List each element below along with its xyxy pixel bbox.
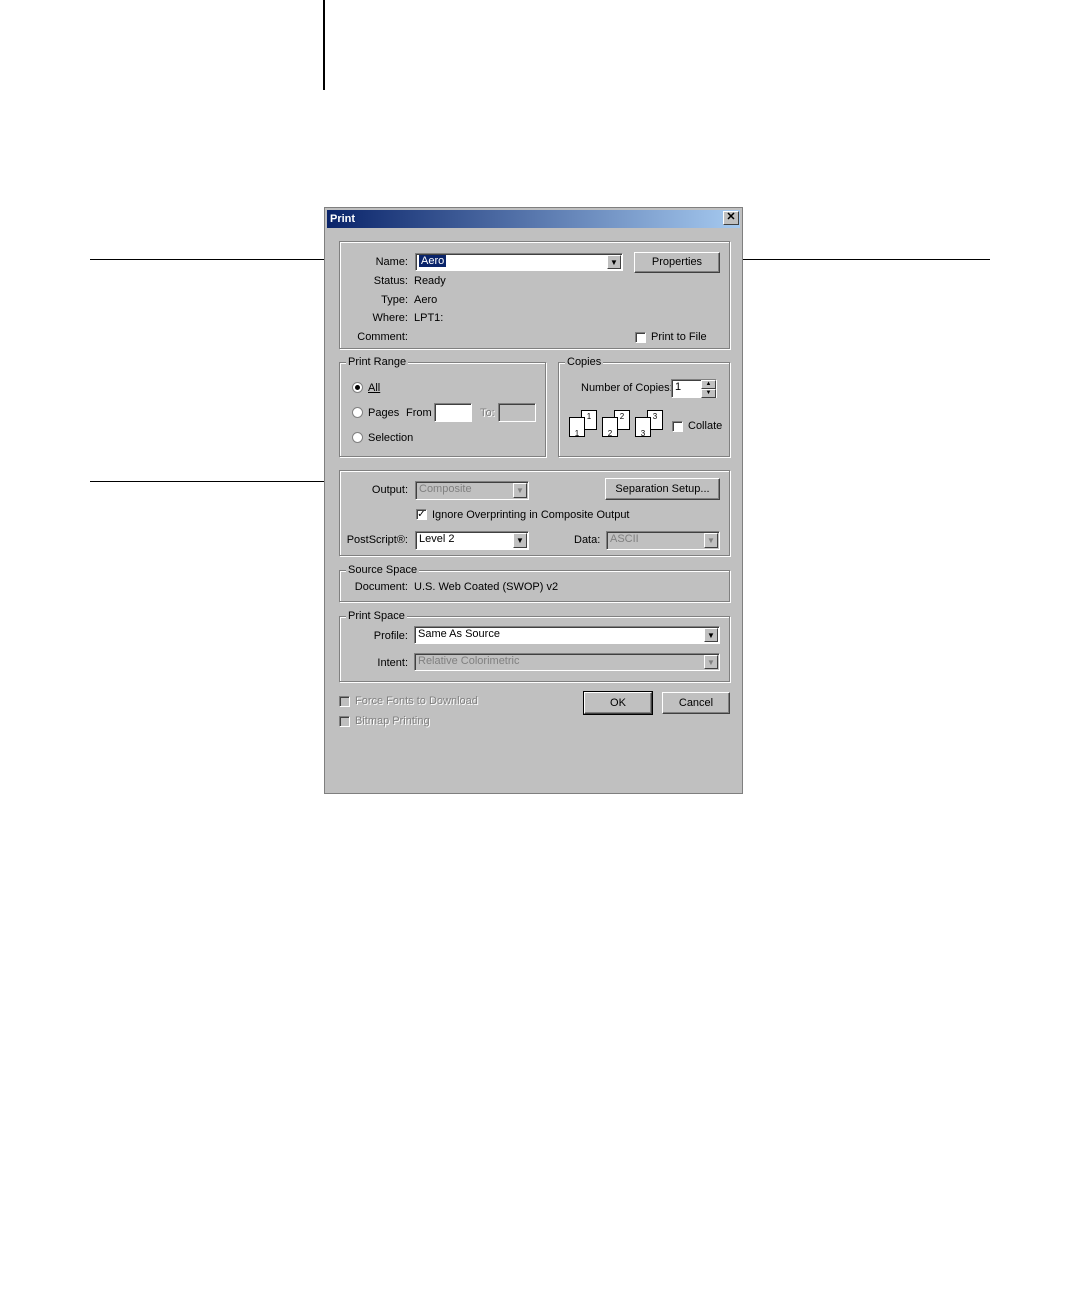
- collate-label: Collate: [688, 420, 723, 432]
- output-value: Composite: [419, 483, 472, 495]
- page-icon: 1: [569, 417, 585, 438]
- copies-spin-down-icon[interactable]: ▼: [701, 389, 716, 398]
- intent-label: Intent:: [377, 657, 408, 669]
- copies-spin-up-icon[interactable]: ▲: [701, 380, 716, 389]
- type-value: Aero: [414, 294, 438, 306]
- printer-group: Name: Aero ▼ Properties Status: Ready Ty…: [339, 241, 730, 349]
- range-from-label: From: [406, 407, 432, 419]
- chevron-down-icon[interactable]: ▼: [513, 483, 527, 498]
- callout-line-name: [90, 259, 364, 260]
- chevron-down-icon[interactable]: ▼: [513, 533, 527, 548]
- range-to-input[interactable]: [498, 403, 536, 422]
- output-select[interactable]: Composite ▼: [415, 481, 529, 500]
- postscript-value: Level 2: [419, 533, 455, 545]
- page-icon: 3: [635, 417, 651, 438]
- title-bar[interactable]: Print: [327, 210, 740, 228]
- data-value: ASCII: [610, 533, 639, 545]
- ok-button[interactable]: OK: [583, 691, 653, 715]
- range-pages-radio[interactable]: [352, 407, 363, 418]
- profile-label: Profile:: [373, 630, 408, 642]
- chevron-down-icon[interactable]: ▼: [704, 655, 718, 669]
- output-label: Output:: [371, 484, 408, 496]
- range-from-input[interactable]: [434, 403, 472, 422]
- properties-button[interactable]: Properties: [634, 252, 720, 273]
- comment-label: Comment:: [357, 331, 408, 343]
- ignore-overprinting-checkbox[interactable]: ✓: [416, 509, 427, 520]
- intent-value: Relative Colorimetric: [418, 655, 520, 667]
- name-label: Name:: [375, 256, 408, 268]
- chevron-down-icon[interactable]: ▼: [607, 255, 621, 269]
- number-of-copies-label: Number of Copies:: [581, 382, 673, 394]
- type-label: Type:: [381, 294, 408, 306]
- output-group: Output: Composite ▼ Separation Setup... …: [339, 470, 730, 556]
- print-range-group: Print Range All Pages From To: Selection: [339, 355, 546, 457]
- print-to-file-label: Print to File: [651, 331, 707, 343]
- range-selection-radio[interactable]: [352, 432, 363, 443]
- copies-title: Copies: [565, 355, 604, 369]
- close-button[interactable]: ✕: [723, 211, 739, 225]
- print-range-title: Print Range: [346, 355, 409, 369]
- ignore-overprinting-label: Ignore Overprinting in Composite Output: [432, 509, 630, 521]
- copies-group: Copies Number of Copies: 1 ▲ ▼ 1 1 2 2 3…: [558, 355, 730, 457]
- status-value: Ready: [414, 275, 446, 287]
- document-label: Document:: [354, 581, 408, 593]
- collate-checkbox[interactable]: [672, 421, 683, 432]
- document-value: U.S. Web Coated (SWOP) v2: [414, 581, 559, 593]
- intent-select[interactable]: Relative Colorimetric ▼: [414, 653, 720, 671]
- where-label: Where:: [372, 312, 408, 324]
- postscript-label: PostScript®:: [346, 534, 408, 546]
- where-value: LPT1:: [414, 312, 444, 324]
- postscript-select[interactable]: Level 2 ▼: [415, 531, 529, 550]
- print-to-file-checkbox[interactable]: [635, 332, 646, 343]
- callout-line-properties: [704, 259, 990, 260]
- status-label: Status:: [373, 275, 408, 287]
- close-icon: ✕: [726, 211, 736, 223]
- force-fonts-label: Force Fonts to Download: [355, 695, 478, 707]
- print-space-group: Print Space Profile: Same As Source ▼ In…: [339, 609, 730, 682]
- force-fonts-checkbox[interactable]: [339, 696, 350, 707]
- bitmap-printing-checkbox[interactable]: [339, 716, 350, 727]
- range-selection-label: Selection: [368, 432, 414, 444]
- page-margin-rule: [323, 0, 325, 90]
- range-pages-label: Pages: [368, 407, 400, 419]
- print-dialog: Print ✕ Name: Aero ▼ Properties Status: …: [324, 207, 743, 794]
- page-icon: 2: [602, 417, 618, 438]
- profile-select[interactable]: Same As Source ▼: [414, 626, 720, 644]
- data-label: Data:: [574, 534, 601, 546]
- profile-value: Same As Source: [418, 628, 500, 640]
- print-space-title: Print Space: [346, 609, 407, 623]
- printer-name-value: Aero: [419, 255, 447, 267]
- source-space-title: Source Space: [346, 563, 420, 577]
- copies-value: 1: [675, 381, 682, 393]
- printer-name-select[interactable]: Aero ▼: [415, 253, 623, 271]
- chevron-down-icon[interactable]: ▼: [704, 533, 718, 548]
- cancel-button[interactable]: Cancel: [662, 692, 730, 714]
- range-to-label: To:: [480, 407, 495, 419]
- dialog-title: Print: [330, 213, 356, 225]
- source-space-group: Source Space Document: U.S. Web Coated (…: [339, 563, 730, 602]
- bitmap-printing-label: Bitmap Printing: [355, 715, 430, 727]
- separation-setup-button[interactable]: Separation Setup...: [605, 478, 720, 500]
- chevron-down-icon[interactable]: ▼: [704, 628, 718, 642]
- range-all-label: All: [368, 382, 381, 394]
- data-select[interactable]: ASCII ▼: [606, 531, 720, 550]
- range-all-radio[interactable]: [352, 382, 363, 393]
